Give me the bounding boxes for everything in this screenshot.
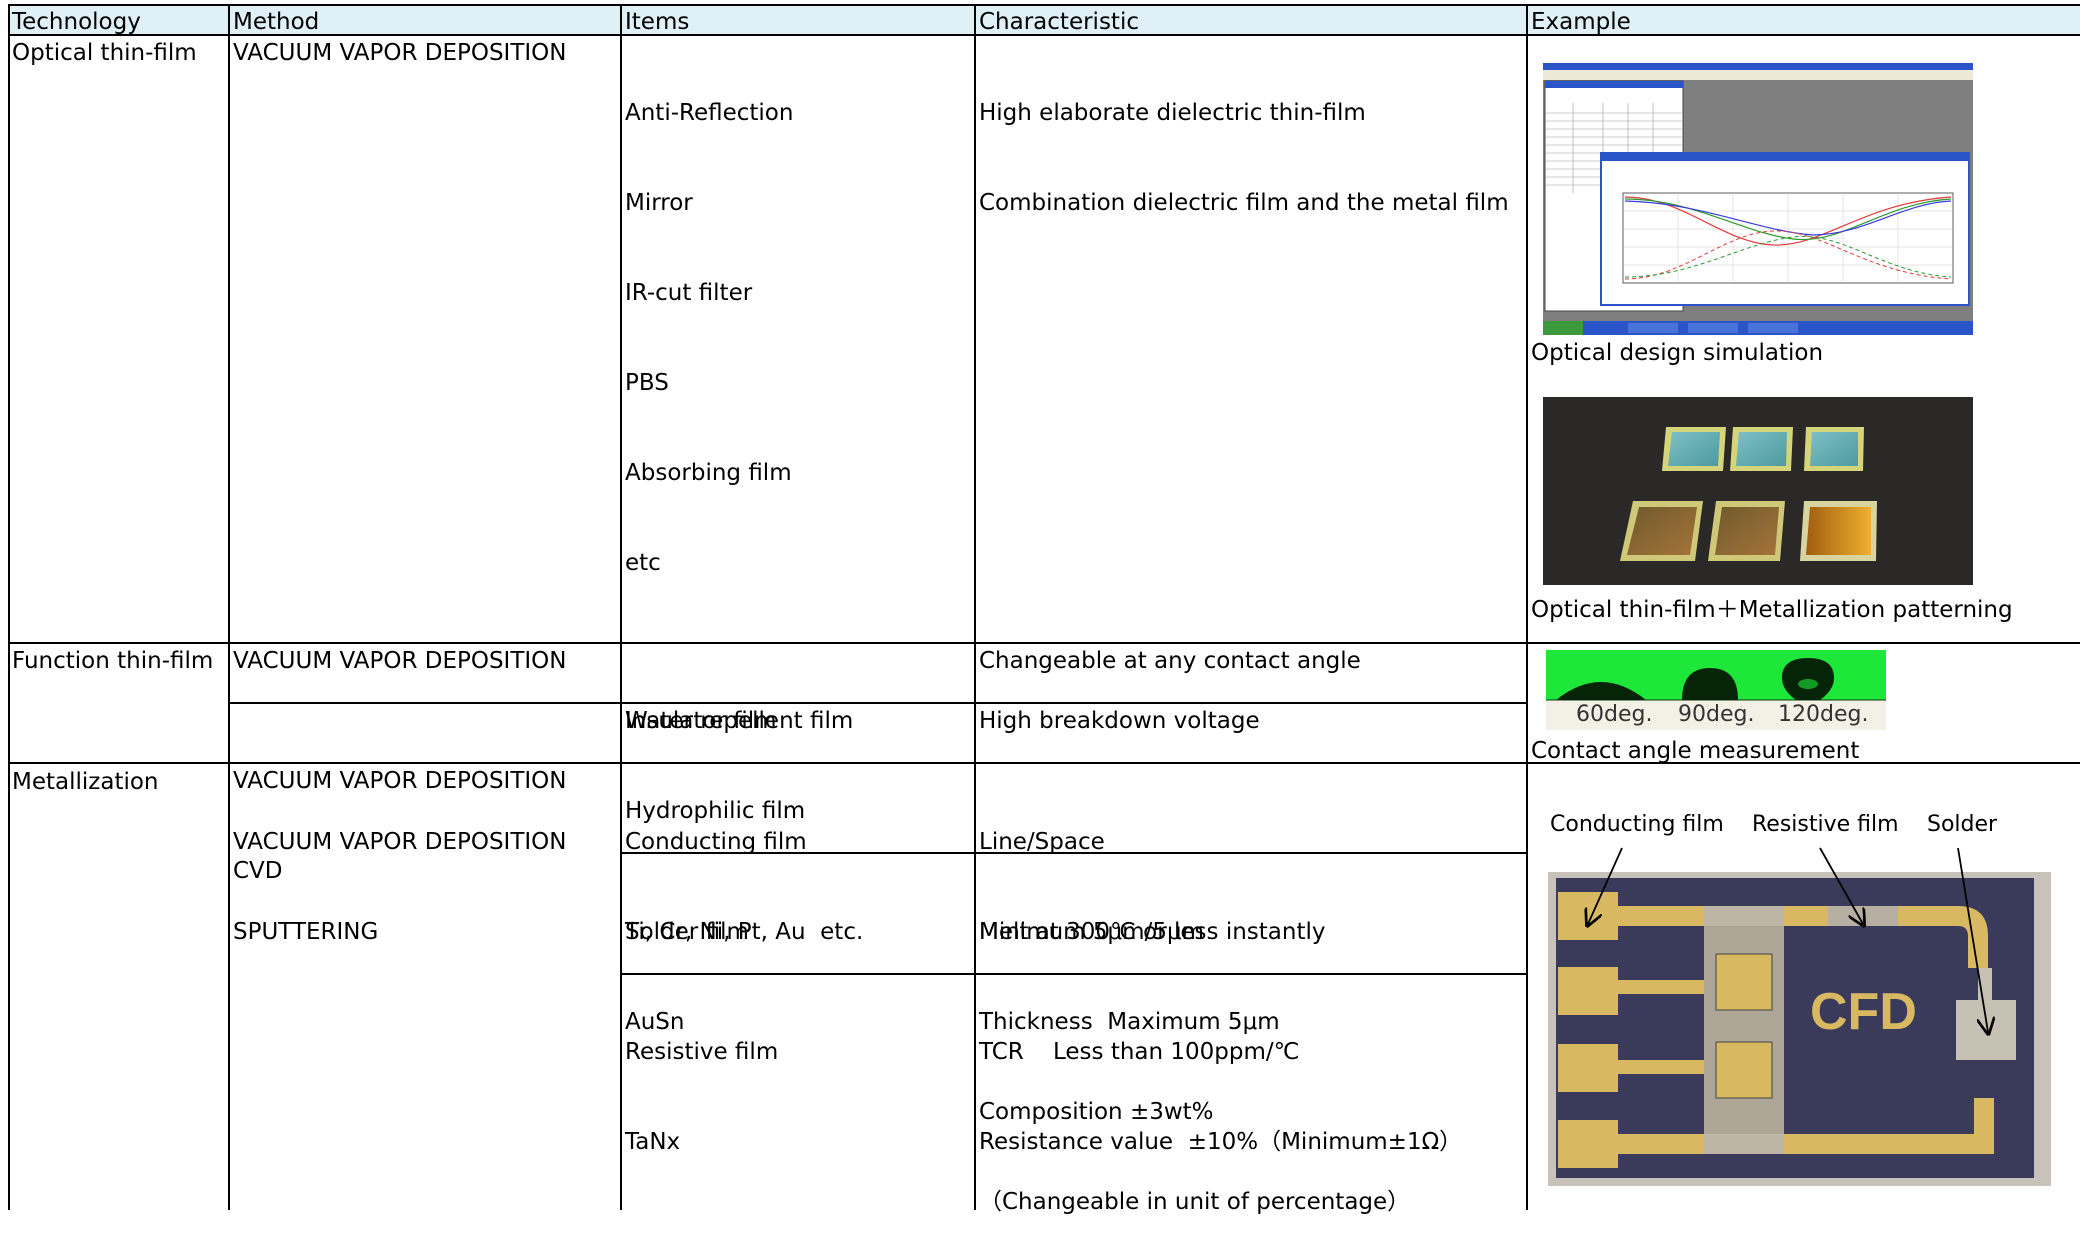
metallization-items-3: Resistive film TaNx (621, 974, 975, 1190)
diagram-label-resistive-film: Resistive film (1752, 812, 1899, 837)
method-line: VACUUM VAPOR DEPOSITION (233, 829, 567, 855)
item-mirror: Mirror (625, 190, 693, 216)
method-line: SPUTTERING (233, 919, 379, 945)
header-method: Method (229, 4, 621, 35)
header-example: Example (1527, 4, 2080, 35)
table-border-left (8, 4, 10, 1210)
function-items-2: Insulator film (625, 708, 777, 734)
row-divider (8, 762, 2080, 764)
optical-design-simulation-image (1543, 63, 1973, 335)
optical-design-caption: Optical design simulation (1531, 340, 1824, 366)
angle-label-120: 120deg. (1778, 702, 1869, 727)
characteristic-line: （Changeable in unit of percentage） (979, 1189, 1411, 1215)
row-divider (228, 702, 1528, 704)
row-divider (8, 642, 2080, 644)
optical-characteristic: High elaborate dielectric thin-film Comb… (975, 35, 1527, 251)
optical-thin-film-caption: Optical thin-film＋Metallization patterni… (1531, 597, 2013, 623)
item-tanx: TaNx (625, 1129, 681, 1155)
table-border-top (8, 4, 2080, 6)
metallization-technology: Metallization (12, 769, 159, 795)
header-technology: Technology (8, 4, 229, 35)
item-solder-film: Solder film (625, 919, 749, 945)
row-divider (620, 973, 1528, 975)
column-divider (620, 4, 622, 1210)
optical-technology: Optical thin-film (12, 40, 197, 66)
column-divider (1526, 4, 1528, 1210)
item-ir-cut-filter: IR-cut filter (625, 280, 753, 306)
diagram-label-solder: Solder (1927, 812, 1998, 837)
row-divider (620, 852, 1528, 854)
optical-thin-film-photo (1543, 397, 1973, 585)
item-anti-reflection: Anti-Reflection (625, 100, 794, 126)
metallization-method: VACUUM VAPOR DEPOSITION SPUTTERING (229, 764, 621, 980)
item-resistive-film: Resistive film (625, 1039, 779, 1065)
item-pbs: PBS (625, 370, 669, 396)
angle-label-90: 90deg. (1678, 702, 1755, 727)
characteristic-line: TCR Less than 100ppm/℃ (979, 1039, 1300, 1065)
metallization-characteristic-3: TCR Less than 100ppm/℃ Resistance value … (975, 974, 1527, 1190)
function-method-1: VACUUM VAPOR DEPOSITION (233, 648, 567, 674)
function-characteristic-2: High breakdown voltage (979, 708, 1260, 734)
angle-label-60: 60deg. (1576, 702, 1653, 727)
diagram-label-conducting-film: Conducting film (1550, 812, 1724, 837)
characteristic-line: Melt at 300℃ or less instantly (979, 919, 1326, 945)
optical-items: Anti-Reflection Mirror IR-cut filter PBS… (621, 35, 975, 611)
function-characteristic-1: Changeable at any contact angle (979, 648, 1361, 674)
header-divider (8, 34, 2080, 36)
characteristic-line: Combination dielectric film and the meta… (979, 190, 1509, 216)
column-divider (228, 4, 230, 1210)
header-items: Items (621, 4, 975, 35)
diagram-arrows (1540, 847, 2070, 1040)
optical-method: VACUUM VAPOR DEPOSITION (233, 40, 567, 66)
contact-angle-image: 60deg. 90deg. 120deg. (1546, 650, 1886, 730)
header-characteristic: Characteristic (975, 4, 1527, 35)
item-absorbing-film: Absorbing film (625, 460, 792, 486)
column-divider (974, 4, 976, 1210)
characteristic-line: Resistance value ±10%（Minimum±1Ω） (979, 1129, 1463, 1155)
function-technology: Function thin-film (12, 648, 214, 674)
characteristic-line: High elaborate dielectric thin-film (979, 100, 1366, 126)
item-etc: etc (625, 550, 661, 576)
